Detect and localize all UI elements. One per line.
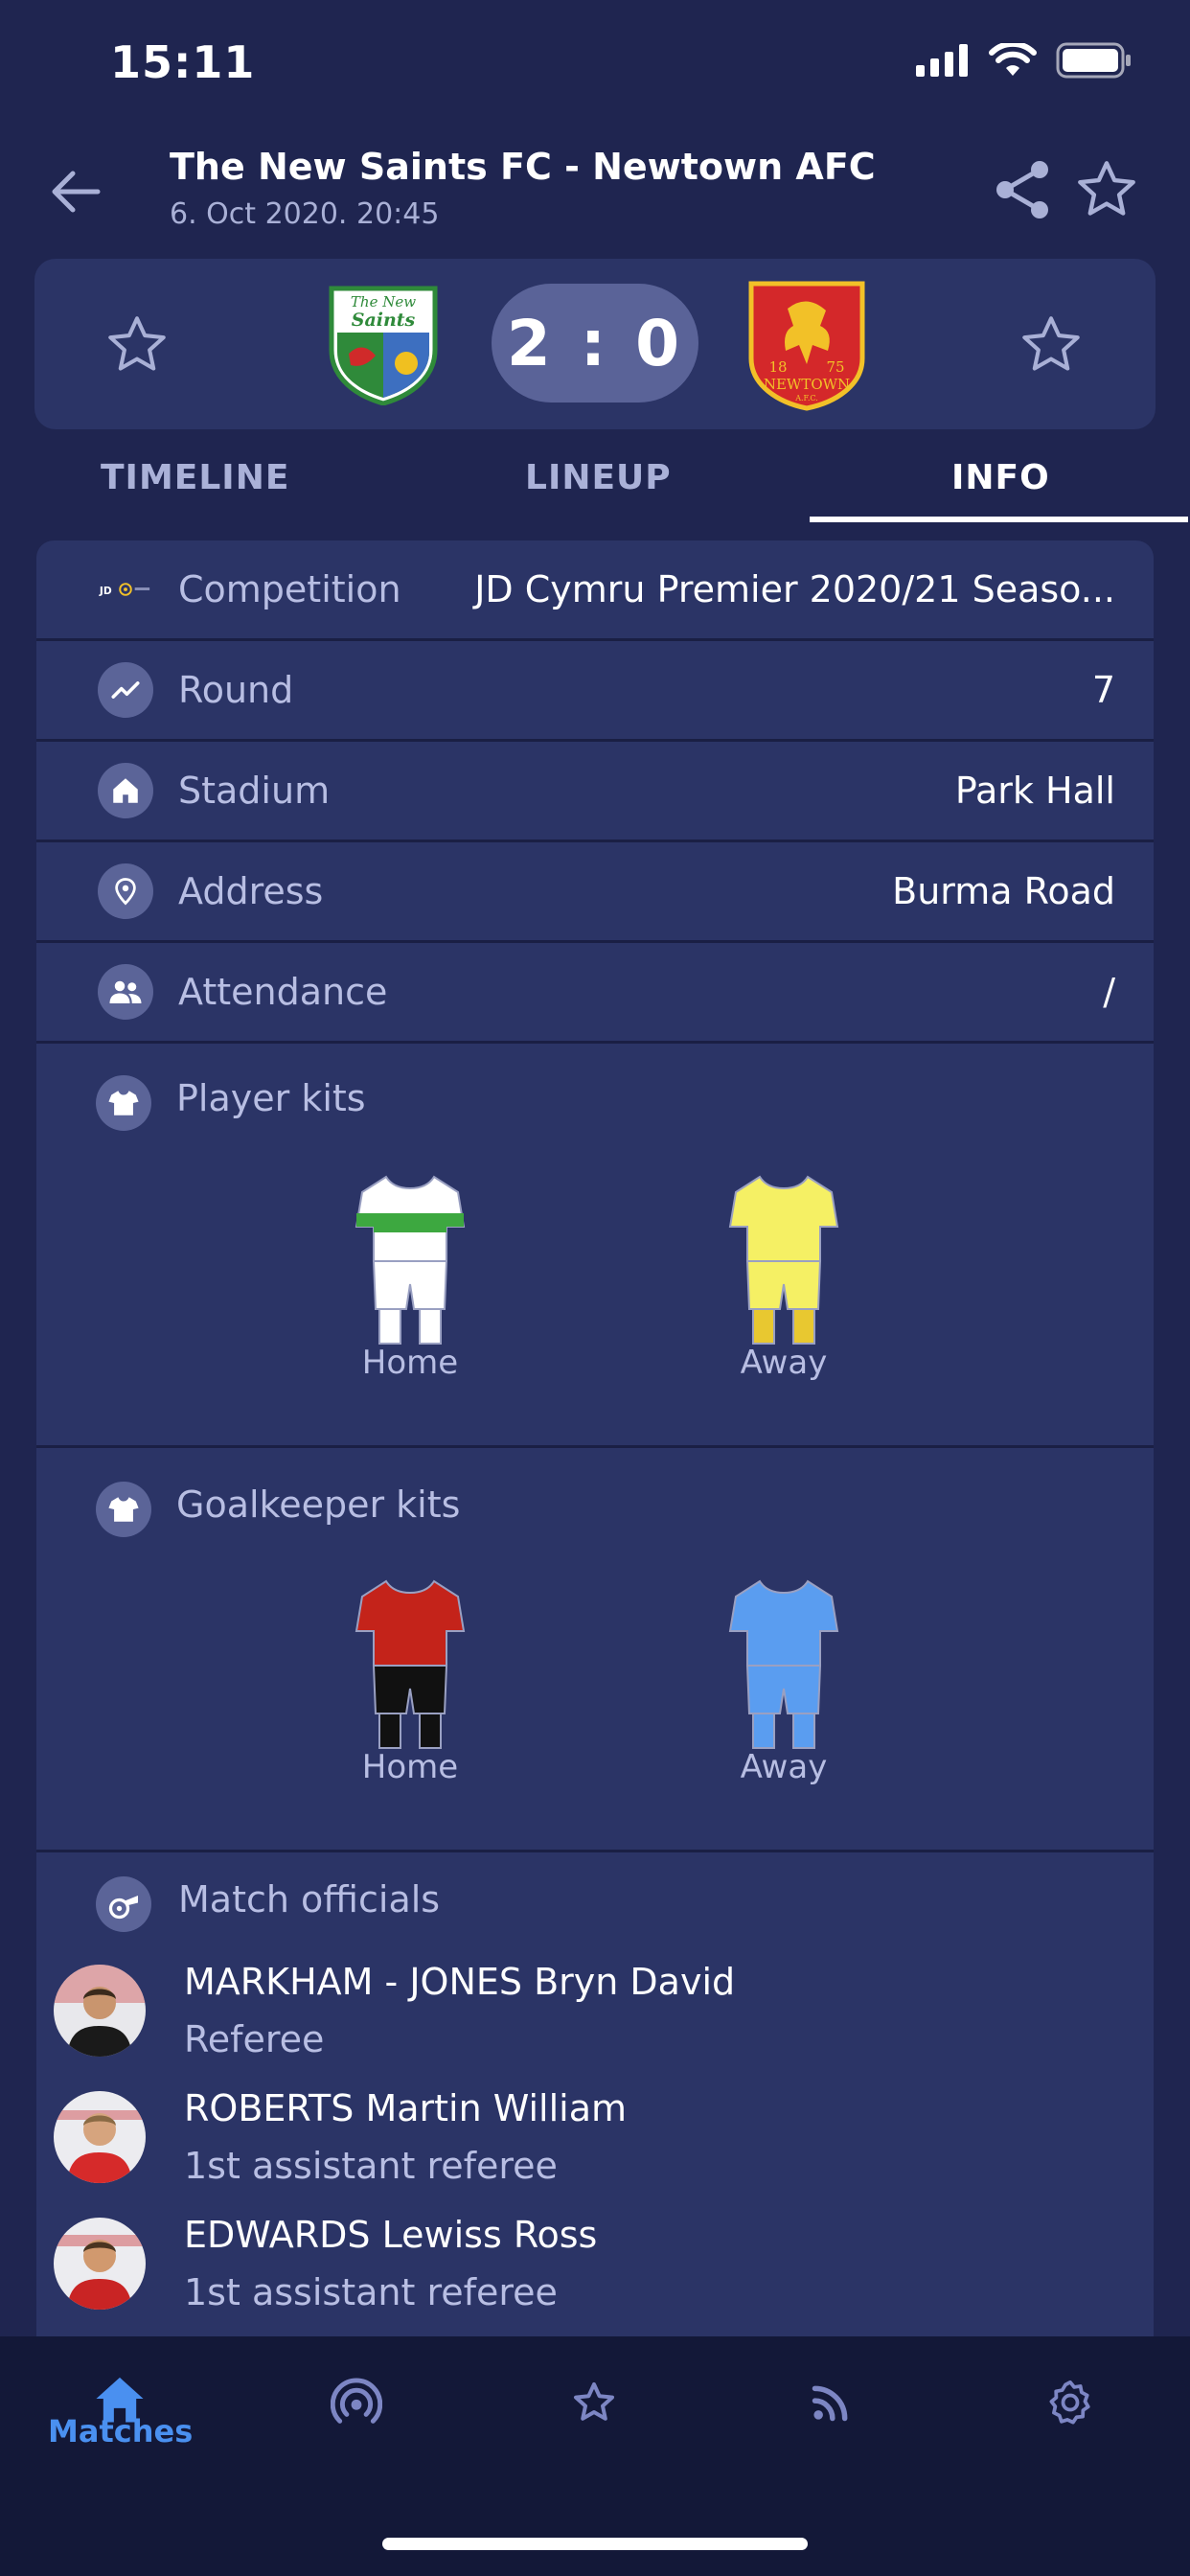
goalkeeper-home-kit-icon (355, 1579, 466, 1749)
home-crest-text-2: Saints (352, 310, 416, 331)
official-name-3: EDWARDS Lewiss Ross (184, 2214, 598, 2256)
home-icon (98, 763, 153, 818)
info-row-round: Round 7 (36, 641, 1154, 742)
away-crest-year-left: 18 (768, 358, 787, 376)
section-divider (36, 1850, 1154, 1852)
people-icon (98, 964, 153, 1020)
status-time: 15:11 (110, 36, 256, 88)
tns-crest-icon: The New Saints (329, 286, 438, 406)
nav-live[interactable] (313, 2359, 400, 2446)
attendance-value: / (1103, 971, 1115, 1013)
address-value: Burma Road (892, 870, 1115, 912)
star-icon (574, 2382, 614, 2421)
player-away-kit-icon (728, 1175, 839, 1345)
home-indicator (382, 2538, 808, 2550)
tab-timeline[interactable]: TIMELINE (101, 458, 289, 497)
trend-icon (98, 662, 153, 718)
arrow-left-icon (52, 171, 101, 213)
official-role-3: 1st assistant referee (184, 2271, 558, 2313)
info-card: JD Competition JD Cymru Premier 2020/21 … (36, 540, 1154, 2336)
favorite-home-team-button[interactable] (103, 311, 171, 379)
nav-news[interactable] (788, 2359, 874, 2446)
score-display: 2 : 0 (492, 284, 698, 402)
official-name-2: ROBERTS Martin William (184, 2087, 628, 2129)
match-officials-title: Match officials (178, 1878, 441, 1920)
tab-info[interactable]: INFO (951, 458, 1050, 497)
rss-feed-icon (812, 2385, 848, 2422)
section-divider (36, 1445, 1154, 1448)
address-label: Address (178, 870, 324, 912)
official-role-1: Referee (184, 2018, 325, 2060)
nav-favorites[interactable] (551, 2359, 637, 2446)
round-label: Round (178, 669, 294, 711)
whistle-icon (96, 1876, 151, 1932)
player-home-kit-icon (355, 1175, 466, 1345)
favorite-away-team-button[interactable] (1018, 311, 1085, 379)
live-broadcast-icon (331, 2378, 382, 2424)
away-crest-year-right: 75 (826, 358, 844, 376)
stadium-label: Stadium (178, 770, 331, 812)
svg-text:JD: JD (99, 585, 112, 597)
signal-icon (916, 44, 968, 77)
home-crest-text-1: The New (351, 293, 416, 310)
home-team-crest[interactable]: The New Saints (326, 283, 441, 406)
player-home-kit-label: Home (361, 1344, 459, 1382)
away-crest-sub: A.F.C. (794, 394, 818, 402)
share-button[interactable] (992, 158, 1055, 221)
goalkeeper-kits-title: Goalkeeper kits (176, 1484, 461, 1526)
official-photo-2 (54, 2091, 146, 2183)
attendance-label: Attendance (178, 971, 388, 1013)
status-icons (916, 42, 1133, 79)
stadium-value: Park Hall (954, 770, 1115, 812)
competition-value: JD Cymru Premier 2020/21 Seaso... (474, 568, 1115, 610)
star-outline-icon (108, 316, 166, 371)
active-tab-indicator (810, 517, 1188, 522)
info-row-attendance: Attendance / (36, 943, 1154, 1044)
gear-icon (1049, 2380, 1090, 2425)
back-button[interactable] (42, 158, 109, 225)
official-photo-3 (54, 2218, 146, 2310)
goalkeeper-away-kit-icon (728, 1579, 839, 1749)
match-date: 6. Oct 2020. 20:45 (170, 197, 440, 231)
match-title: The New Saints FC - Newtown AFC (170, 146, 876, 188)
player-away-kit-label: Away (740, 1344, 828, 1382)
goalkeeper-home-kit-label: Home (361, 1748, 459, 1786)
shirt-icon (96, 1075, 151, 1131)
away-crest-name: NEWTOWN (764, 376, 850, 393)
info-row-address[interactable]: Address Burma Road (36, 842, 1154, 943)
wifi-icon (989, 43, 1037, 76)
official-role-2: 1st assistant referee (184, 2145, 558, 2187)
official-name-1: MARKHAM - JONES Bryn David (184, 1961, 736, 2003)
star-outline-icon (1022, 316, 1080, 371)
star-outline-icon (1078, 161, 1135, 216)
player-kits-title: Player kits (176, 1077, 366, 1119)
shirt-icon (96, 1482, 151, 1537)
competition-label: Competition (178, 568, 401, 610)
battery-icon (1056, 42, 1131, 79)
info-row-competition[interactable]: JD Competition JD Cymru Premier 2020/21 … (36, 540, 1154, 641)
location-pin-icon (98, 863, 153, 919)
nav-settings[interactable] (1027, 2359, 1113, 2446)
favorite-match-button[interactable] (1073, 156, 1140, 223)
tab-lineup[interactable]: LINEUP (525, 458, 672, 497)
official-photo-1 (54, 1965, 146, 2057)
info-row-stadium: Stadium Park Hall (36, 742, 1154, 842)
goalkeeper-away-kit-label: Away (740, 1748, 828, 1786)
share-icon (996, 161, 1048, 218)
nav-matches-label[interactable]: Matches (48, 2413, 193, 2450)
newtown-crest-icon: 18 75 NEWTOWN A.F.C. (748, 281, 865, 411)
away-team-crest[interactable]: 18 75 NEWTOWN A.F.C. (745, 278, 868, 412)
round-value: 7 (1091, 669, 1115, 711)
competition-logo-icon: JD (98, 562, 153, 617)
